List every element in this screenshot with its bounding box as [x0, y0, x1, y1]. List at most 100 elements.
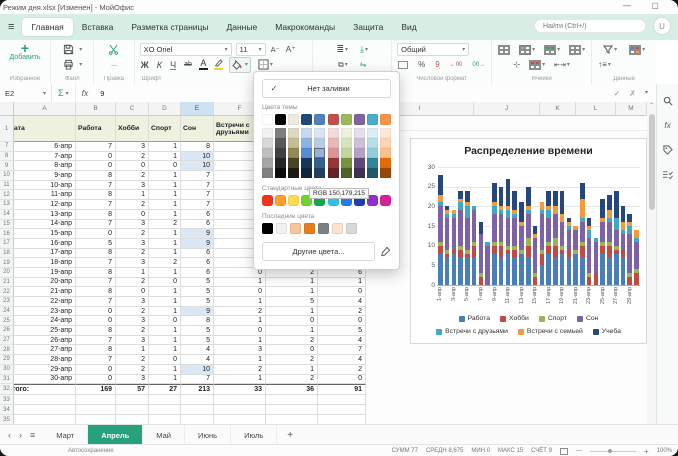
tint-swatch[interactable] [288, 158, 299, 168]
empty-cell[interactable] [116, 395, 149, 405]
value-cell[interactable]: 1 [149, 287, 181, 297]
chart-object[interactable]: Распределение времени 051015202530 1-апр… [410, 138, 647, 344]
standard-color-swatch[interactable] [288, 195, 299, 206]
value-cell[interactable]: 1 [266, 278, 318, 288]
value-cell[interactable]: 5 [181, 278, 214, 288]
value-cell[interactable]: 10 [181, 152, 214, 162]
value-cell[interactable]: 1 [318, 278, 366, 288]
value-cell[interactable]: 2 [266, 355, 318, 365]
value-cell[interactable]: 0 [318, 287, 366, 297]
value-cell[interactable]: 2 [266, 336, 318, 346]
value-cell[interactable]: 0 [116, 210, 149, 220]
tint-swatch[interactable] [262, 128, 273, 138]
currency-format-button[interactable] [397, 61, 409, 69]
bar-28-апр[interactable] [621, 206, 626, 285]
value-cell[interactable]: 1 [149, 190, 181, 200]
autosave-label[interactable]: Автосохранение [68, 448, 114, 454]
value-cell[interactable]: 9 [181, 229, 214, 239]
tint-swatch[interactable] [328, 138, 339, 148]
value-cell[interactable]: 2 [116, 171, 149, 181]
row-header-27[interactable]: 27 [0, 336, 14, 346]
hamburger-icon[interactable]: ≡ [8, 21, 14, 33]
value-cell[interactable]: 1 [214, 336, 266, 346]
cancel-button[interactable]: ✗ [629, 89, 636, 98]
value-cell[interactable]: 2 [214, 307, 266, 317]
header-cell[interactable]: Спорт [149, 116, 181, 142]
bar-10-апр[interactable] [499, 187, 504, 285]
cell-size-button[interactable]: ⇤⇥▾ [553, 61, 571, 69]
value-cell[interactable]: 9 [181, 307, 214, 317]
total-value-cell[interactable]: 57 [116, 384, 149, 395]
value-cell[interactable]: 6 [181, 210, 214, 220]
decrease-font-button[interactable]: А⁻ [270, 45, 281, 54]
sort-button[interactable]: ↑≡▾ [597, 60, 612, 69]
tint-swatch[interactable] [262, 168, 273, 178]
value-cell[interactable]: 8 [76, 345, 116, 355]
value-cell[interactable]: 5 [181, 287, 214, 297]
value-cell[interactable]: 0 [266, 345, 318, 355]
rotate-text-button[interactable]: ⧉▾ [337, 60, 349, 70]
zoom-level[interactable]: 100% [657, 448, 672, 454]
bar-6-апр[interactable] [472, 206, 477, 285]
value-cell[interactable]: 0 [76, 365, 116, 375]
confirm-button[interactable]: ✓ [614, 89, 621, 98]
empty-cell[interactable] [14, 395, 76, 405]
value-cell[interactable]: 8 [76, 326, 116, 336]
value-cell[interactable]: 2 [116, 326, 149, 336]
value-cell[interactable]: 0 [76, 375, 116, 385]
date-cell[interactable]: 28-апр [14, 355, 76, 365]
date-cell[interactable]: 9-апр [14, 171, 76, 181]
value-cell[interactable]: 0 [318, 316, 366, 326]
date-cell[interactable]: 7-апр [14, 152, 76, 162]
date-cell[interactable]: 19-апр [14, 268, 76, 278]
delete-row-button[interactable]: ▾ [528, 60, 546, 70]
column-header-A[interactable]: A [14, 102, 76, 116]
tint-swatch[interactable] [380, 128, 391, 138]
row-header-10[interactable]: 10 [0, 171, 14, 181]
value-cell[interactable]: 3 [116, 142, 149, 152]
empty-cell[interactable] [14, 405, 76, 415]
tint-swatch[interactable] [341, 168, 352, 178]
empty-cell[interactable] [266, 395, 318, 405]
stat-item[interactable]: МАКС 15 [498, 448, 523, 454]
empty-cell[interactable] [318, 415, 366, 424]
column-header-D[interactable]: D [149, 102, 181, 116]
decrease-decimal-button[interactable]: 9̜ [434, 60, 440, 69]
value-cell[interactable]: 2 [214, 365, 266, 375]
tint-swatch[interactable] [314, 158, 325, 168]
row-header-1[interactable]: 1 [0, 116, 14, 142]
value-cell[interactable]: 1 [214, 297, 266, 307]
bar-2-апр[interactable] [445, 206, 450, 285]
value-cell[interactable]: 1 [149, 336, 181, 346]
decimal-right-button[interactable]: 00→ [471, 62, 486, 68]
value-cell[interactable]: 3 [116, 258, 149, 268]
font-color-button[interactable]: А [199, 59, 208, 70]
value-cell[interactable]: 0 [318, 375, 366, 385]
value-cell[interactable]: 5 [181, 297, 214, 307]
value-cell[interactable]: 1 [149, 345, 181, 355]
tint-swatch[interactable] [328, 148, 339, 158]
tint-swatch[interactable] [301, 168, 312, 178]
column-header-L[interactable]: L [576, 102, 616, 116]
bar-22-апр[interactable] [580, 183, 585, 285]
value-cell[interactable]: 2 [318, 365, 366, 375]
row-header-31[interactable]: 31 [0, 375, 14, 385]
font-size-select[interactable]: 11▾ [236, 43, 266, 56]
empty-cell[interactable] [318, 405, 366, 415]
header-cell[interactable]: Хобби [116, 116, 149, 142]
value-cell[interactable]: 1 [149, 239, 181, 249]
empty-cell[interactable] [76, 415, 116, 424]
bar-21-апр[interactable] [573, 226, 578, 285]
date-cell[interactable]: 20-апр [14, 278, 76, 288]
value-cell[interactable]: 1 [149, 365, 181, 375]
tint-swatch[interactable] [328, 168, 339, 178]
value-cell[interactable]: 9 [181, 239, 214, 249]
value-cell[interactable]: 1 [149, 200, 181, 210]
bar-24-апр[interactable] [594, 238, 599, 285]
menu-tab-Вид[interactable]: Вид [392, 18, 425, 36]
header-cell[interactable]: Работа [76, 116, 116, 142]
empty-cell[interactable] [116, 405, 149, 415]
print-button[interactable] [62, 59, 75, 70]
wrap-text-button[interactable]: ⇋ [359, 60, 368, 69]
value-cell[interactable]: 3 [116, 181, 149, 191]
